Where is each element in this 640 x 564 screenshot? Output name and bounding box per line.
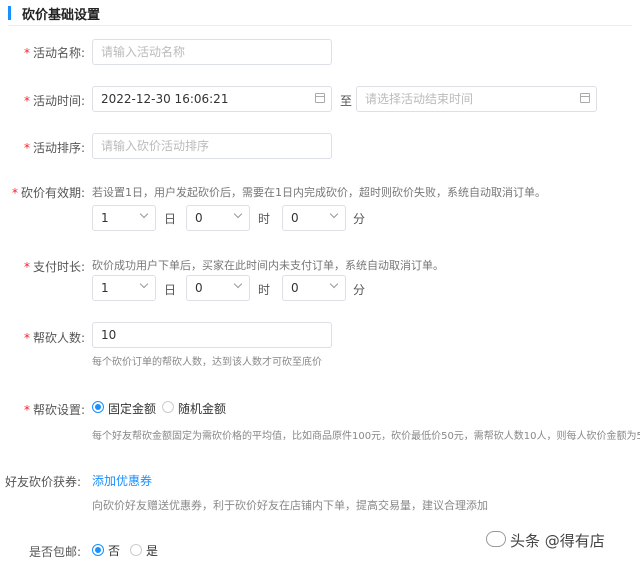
section-accent-bar — [8, 6, 11, 20]
shipping-no-radio[interactable] — [92, 544, 104, 556]
shipping-yes-radio[interactable] — [130, 544, 142, 556]
required-mark: * — [23, 46, 30, 60]
required-mark: * — [23, 260, 30, 274]
add-coupon-link[interactable]: 添加优惠券 — [92, 472, 152, 489]
hour-unit: 时 — [258, 212, 271, 226]
validity-hour-select[interactable]: 0 — [186, 205, 250, 231]
random-amount-label[interactable]: 随机金额 — [178, 400, 226, 417]
day-unit: 日 — [164, 212, 177, 226]
pay-hour-select[interactable]: 0 — [186, 275, 250, 301]
section-divider — [8, 25, 632, 26]
minute-unit: 分 — [353, 212, 366, 226]
required-mark: * — [23, 141, 30, 155]
help-setting-label: * 帮砍设置: — [23, 403, 85, 417]
pay-duration-label: * 支付时长: — [23, 260, 85, 274]
activity-sort-input[interactable]: 请输入砍价活动排序 — [92, 133, 332, 159]
end-time-picker[interactable]: 请选择活动结束时间 — [356, 86, 597, 112]
chevron-down-icon — [233, 279, 243, 289]
chevron-down-icon — [139, 279, 149, 289]
required-mark: * — [23, 331, 30, 345]
calendar-icon — [580, 93, 590, 103]
required-mark: * — [11, 186, 18, 200]
hour-unit: 时 — [258, 283, 271, 297]
watermark-text: 头条 @得有店 — [510, 532, 605, 550]
validity-help: 若设置1日，用户发起砍价后，需要在1日内完成砍价，超时则砍价失败，系统自动取消订… — [92, 186, 546, 199]
pay-minute-select[interactable]: 0 — [282, 275, 346, 301]
coupon-help: 向砍价好友赠送优惠券，利于砍价好友在店铺内下单，提高交易量，建议合理添加 — [92, 499, 488, 512]
helpers-count-help: 每个砍价订单的帮砍人数，达到该人数才可砍至底价 — [92, 357, 322, 368]
coupon-label: 好友砍价获券: — [4, 475, 81, 489]
validity-day-select[interactable]: 1 — [92, 205, 156, 231]
required-mark: * — [23, 94, 30, 108]
helpers-count-input[interactable]: 10 — [92, 322, 332, 348]
start-time-picker[interactable]: 2022-12-30 16:06:21 — [92, 86, 332, 112]
shipping-yes-label[interactable]: 是 — [146, 542, 158, 559]
day-unit: 日 — [164, 283, 177, 297]
time-range-separator: 至 — [340, 94, 353, 108]
chevron-down-icon — [329, 209, 339, 219]
free-shipping-label: 是否包邮: — [28, 545, 81, 559]
chevron-down-icon — [233, 209, 243, 219]
activity-sort-label: * 活动排序: — [23, 141, 85, 155]
chevron-down-icon — [139, 209, 149, 219]
section-header: 砍价基础设置 — [8, 0, 632, 26]
required-mark: * — [23, 403, 30, 417]
random-amount-radio[interactable] — [162, 401, 174, 413]
shipping-no-label[interactable]: 否 — [108, 542, 120, 559]
minute-unit: 分 — [353, 283, 366, 297]
pay-day-select[interactable]: 1 — [92, 275, 156, 301]
validity-minute-select[interactable]: 0 — [282, 205, 346, 231]
chevron-down-icon — [329, 279, 339, 289]
pay-duration-help: 砍价成功用户下单后，买家在此时间内未支付订单，系统自动取消订单。 — [92, 259, 444, 272]
fixed-amount-label[interactable]: 固定金额 — [108, 400, 156, 417]
fixed-amount-radio[interactable] — [92, 401, 104, 413]
activity-name-input[interactable]: 请输入活动名称 — [92, 39, 332, 65]
helpers-count-label: * 帮砍人数: — [23, 331, 85, 345]
calendar-icon — [315, 93, 325, 103]
activity-time-label: * 活动时间: — [23, 94, 85, 108]
help-setting-help: 每个好友帮砍金额固定为需砍价格的平均值，比如商品原件100元，砍价最低价50元，… — [92, 431, 640, 442]
wechat-icon — [486, 531, 506, 547]
validity-label: * 砍价有效期: — [11, 186, 85, 200]
activity-name-label: * 活动名称: — [23, 46, 85, 60]
section-title: 砍价基础设置 — [22, 8, 101, 23]
